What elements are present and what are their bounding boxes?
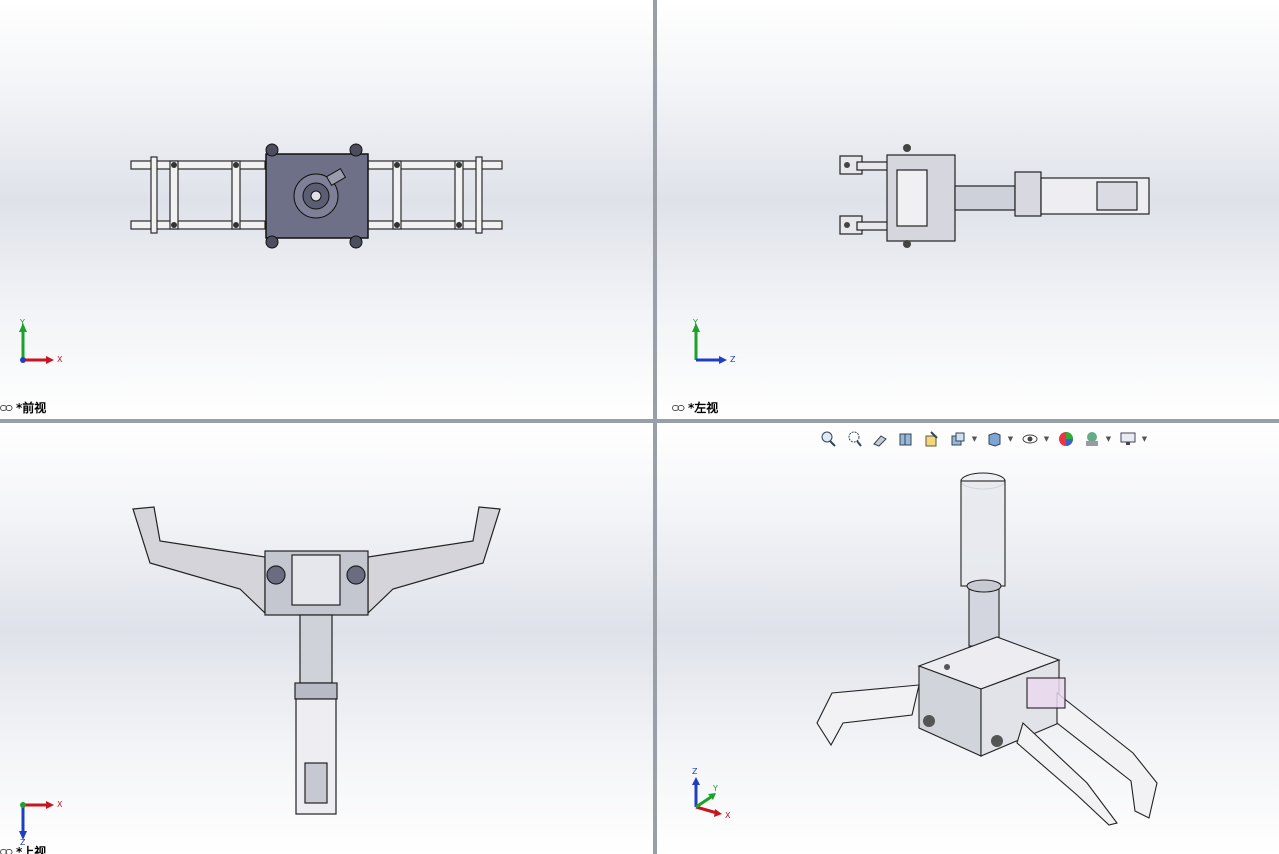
viewport-left[interactable]: Y Z *左视 xyxy=(657,0,1279,419)
axis-triad: X Z xyxy=(19,800,63,845)
link-icon xyxy=(0,848,13,854)
axis-label-y: Y xyxy=(19,318,25,327)
view-label: *前视 xyxy=(0,399,46,416)
viewport-isometric[interactable]: ▼ ▼ ▼ ▼ ▼ Z Y X xyxy=(657,423,1279,854)
axis-triad: Y X xyxy=(19,318,63,364)
view-label: *左视 xyxy=(672,399,718,416)
front-view-model[interactable] xyxy=(0,0,653,419)
axis-label-y: Y xyxy=(692,318,698,327)
viewport-front[interactable]: Y X *前视 xyxy=(0,0,653,419)
axis-label-y: Y xyxy=(712,784,718,793)
viewport-top[interactable]: X Z *上视 xyxy=(0,423,653,854)
axis-triad: Z Y X xyxy=(692,767,731,820)
axis-triad: Y Z xyxy=(692,318,736,364)
axis-label-x: X xyxy=(57,355,63,364)
isometric-model[interactable] xyxy=(657,423,1279,854)
top-view-model[interactable] xyxy=(0,423,653,854)
link-icon xyxy=(672,404,685,411)
axis-label-z: Z xyxy=(692,767,698,776)
view-name: *前视 xyxy=(16,401,47,415)
link-icon xyxy=(0,404,13,411)
axis-label-z: Z xyxy=(730,355,736,364)
view-name: *左视 xyxy=(688,401,719,415)
view-name: *上视 xyxy=(16,845,47,854)
axis-label-x: X xyxy=(57,800,63,809)
left-view-model[interactable] xyxy=(657,0,1279,419)
view-label: *上视 xyxy=(0,843,46,854)
axis-label-x: X xyxy=(725,811,731,820)
